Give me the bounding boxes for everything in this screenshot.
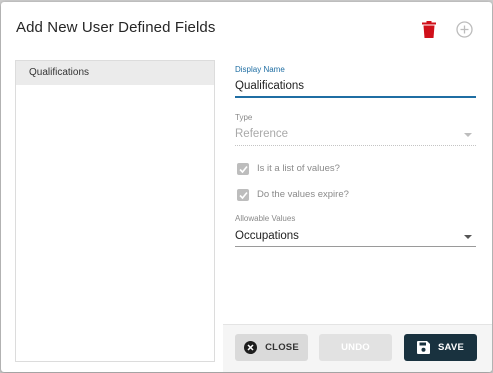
undo-button-label: UNDO bbox=[341, 342, 370, 353]
save-button-label: SAVE bbox=[438, 342, 464, 353]
dialog-title: Add New User Defined Fields bbox=[16, 19, 216, 36]
allowable-values-underline bbox=[235, 246, 476, 247]
allowable-values-select[interactable]: Occupations bbox=[235, 230, 299, 242]
is-list-label: Is it a list of values? bbox=[257, 163, 340, 174]
expire-checkbox[interactable] bbox=[237, 189, 249, 201]
field-list: Qualifications bbox=[15, 60, 215, 362]
close-circle-icon bbox=[244, 341, 258, 354]
is-list-checkbox[interactable] bbox=[237, 163, 249, 175]
expire-label: Do the values expire? bbox=[257, 189, 349, 200]
save-icon bbox=[417, 341, 431, 354]
save-button[interactable]: SAVE bbox=[404, 334, 477, 361]
trash-icon[interactable] bbox=[419, 19, 439, 39]
display-name-input[interactable]: Qualifications bbox=[235, 80, 304, 92]
type-select[interactable]: Reference bbox=[235, 128, 288, 140]
dialog-header: Add New User Defined Fields bbox=[1, 2, 492, 56]
chevron-down-icon[interactable] bbox=[464, 235, 472, 239]
undo-button[interactable]: UNDO bbox=[319, 334, 392, 361]
allowable-values-label: Allowable Values bbox=[235, 214, 296, 223]
dialog-footer: CLOSE UNDO SAVE bbox=[223, 324, 492, 372]
list-item[interactable]: Qualifications bbox=[16, 61, 214, 85]
add-circle-icon[interactable] bbox=[454, 19, 474, 39]
close-button-label: CLOSE bbox=[265, 342, 299, 353]
list-item-label: Qualifications bbox=[29, 67, 90, 78]
type-underline bbox=[235, 145, 476, 146]
chevron-down-icon bbox=[464, 133, 472, 137]
display-name-label: Display Name bbox=[235, 65, 285, 74]
add-user-defined-fields-dialog: Add New User Defined Fields Qualificatio… bbox=[1, 2, 492, 372]
display-name-underline bbox=[235, 96, 476, 98]
type-label: Type bbox=[235, 113, 253, 122]
close-button[interactable]: CLOSE bbox=[235, 334, 308, 361]
